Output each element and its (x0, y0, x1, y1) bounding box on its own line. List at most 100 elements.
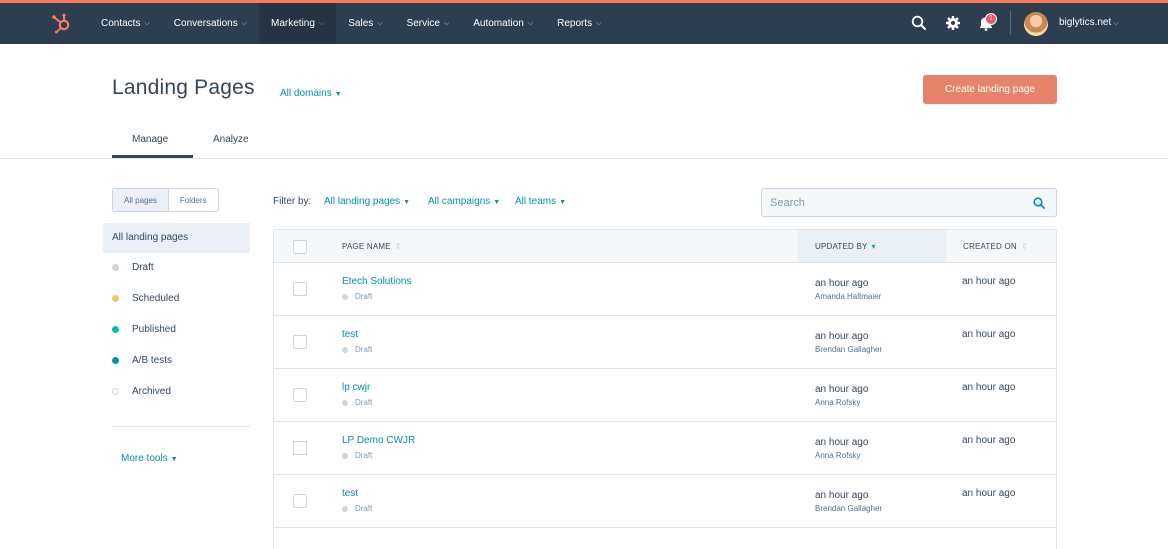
created-time: an hour ago (962, 276, 1016, 287)
column-page-name[interactable]: PAGE NAME ⇕ (342, 242, 402, 251)
nav-marketing-label: Marketing (271, 18, 315, 29)
sidebar-item-draft[interactable]: Draft (112, 262, 154, 273)
status-dot-icon (112, 264, 119, 271)
domains-dropdown[interactable]: All domains ▼ (280, 88, 342, 99)
nav-service[interactable]: Service ⌵ (395, 3, 462, 44)
filter-campaigns-label: All campaigns (428, 196, 491, 207)
updated-by-user: Anna Rofsky (815, 451, 861, 460)
created-time: an hour ago (962, 329, 1016, 340)
row-checkbox[interactable] (293, 388, 307, 402)
column-label: CREATED ON (963, 242, 1017, 251)
search-icon[interactable] (1032, 196, 1046, 210)
folders-toggle[interactable]: Folders (169, 189, 218, 211)
updated-time: an hour ago (815, 437, 869, 448)
status-dot-icon (112, 388, 119, 395)
page-name-link[interactable]: test (342, 329, 358, 340)
table-row: LP Demo CWJR Draft an hour ago Anna Rofs… (274, 422, 1056, 475)
updated-time: an hour ago (815, 331, 869, 342)
chevron-down-icon: ⌵ (443, 19, 450, 27)
sort-icon: ⇕ (394, 242, 402, 251)
nav-sales[interactable]: Sales ⌵ (336, 3, 394, 44)
row-checkbox[interactable] (293, 282, 307, 296)
all-pages-toggle[interactable]: All pages (113, 189, 169, 211)
page-name-link[interactable]: Etech Solutions (342, 276, 412, 287)
column-updated-by[interactable]: UPDATED BY ▾ (815, 242, 876, 251)
updated-by-user: Amanda Haltmaier (815, 292, 882, 301)
search-icon[interactable] (910, 14, 928, 32)
nav-service-label: Service (406, 18, 440, 29)
updated-time: an hour ago (815, 278, 869, 289)
chevron-down-icon: ⌵ (596, 19, 602, 27)
column-label: PAGE NAME (342, 242, 391, 251)
sidebar-item-all-landing-pages[interactable]: All landing pages (103, 223, 250, 253)
chevron-down-icon: ⌵ (1113, 20, 1119, 27)
more-tools-dropdown[interactable]: More tools ▼ (121, 453, 178, 464)
nav-contacts[interactable]: Contacts ⌵ (89, 3, 162, 44)
table-row: lp cwjr Draft an hour ago Anna Rofsky an… (274, 369, 1056, 422)
page-title: Landing Pages (112, 76, 255, 99)
row-checkbox[interactable] (293, 494, 307, 508)
view-toggle: All pages Folders (112, 188, 219, 212)
status-dot-icon (342, 399, 348, 406)
nav-marketing[interactable]: Marketing ⌵ (259, 3, 337, 44)
page-name-link[interactable]: LP Demo CWJR (342, 435, 415, 446)
nav-conversations-label: Conversations (173, 18, 238, 29)
chevron-down-icon: ⌵ (241, 19, 248, 27)
page-status: Draft (342, 292, 372, 301)
chevron-down-icon: ⌵ (527, 19, 534, 27)
nav-sales-label: Sales (348, 18, 374, 29)
select-all-checkbox[interactable] (293, 240, 307, 254)
gear-icon[interactable] (944, 14, 962, 32)
sidebar-item-label: All landing pages (112, 232, 189, 243)
tab-analyze[interactable]: Analyze (213, 134, 249, 145)
page-status: Draft (342, 398, 372, 407)
page-status: Draft (342, 345, 372, 354)
filter-landing-pages[interactable]: All landing pages ▼ (324, 196, 410, 207)
sidebar-item-scheduled[interactable]: Scheduled (112, 293, 179, 304)
updated-by-user: Brendan Gallagher (815, 345, 883, 354)
tab-bar: Manage Analyze (0, 128, 1168, 159)
page-name-link[interactable]: lp cwjr (342, 382, 370, 393)
hubspot-logo-icon[interactable] (50, 12, 72, 34)
page-name-link[interactable]: test (342, 488, 358, 499)
nav-contacts-label: Contacts (101, 18, 141, 29)
caret-down-icon: ▼ (170, 456, 178, 463)
chevron-down-icon: ⌵ (377, 19, 383, 27)
avatar[interactable] (1024, 12, 1048, 36)
created-time: an hour ago (962, 382, 1016, 393)
column-created-on[interactable]: CREATED ON ⇕ (963, 242, 1028, 251)
status-label: Draft (355, 345, 373, 354)
row-checkbox[interactable] (293, 335, 307, 349)
sidebar-item-label: A/B tests (132, 355, 173, 366)
more-tools-label: More tools (121, 453, 168, 464)
page-status: Draft (342, 451, 372, 460)
page-status: Draft (342, 504, 372, 513)
sidebar-item-archived[interactable]: Archived (112, 386, 171, 397)
sidebar-item-label: Draft (132, 262, 154, 273)
nav-conversations[interactable]: Conversations ⌵ (162, 3, 259, 44)
sidebar-item-label: Published (132, 324, 176, 335)
nav-automation[interactable]: Automation ⌵ (461, 3, 545, 44)
filter-landing-pages-label: All landing pages (324, 196, 401, 207)
create-landing-page-button[interactable]: Create landing page (923, 75, 1057, 104)
updated-by-user: Brendan Gallagher (815, 504, 883, 513)
search-box (761, 188, 1057, 217)
status-dot-icon (342, 505, 348, 512)
tab-manage[interactable]: Manage (132, 134, 168, 145)
account-menu[interactable]: biglytics.net ⌵ (1059, 17, 1119, 28)
sidebar-item-ab-tests[interactable]: A/B tests (112, 355, 172, 366)
nav-reports-label: Reports (557, 18, 593, 29)
updated-time: an hour ago (815, 490, 869, 501)
sort-descending-icon: ▾ (871, 242, 876, 251)
sidebar-item-published[interactable]: Published (112, 324, 176, 335)
filter-campaigns[interactable]: All campaigns ▼ (428, 196, 500, 207)
caret-down-icon: ▼ (403, 199, 411, 206)
filter-teams[interactable]: All teams ▼ (515, 196, 566, 207)
status-label: Draft (355, 451, 373, 460)
nav-reports[interactable]: Reports ⌵ (545, 3, 613, 44)
row-checkbox[interactable] (293, 441, 307, 455)
search-input[interactable] (762, 189, 1022, 216)
table-row: test Draft an hour ago Brendan Gallagher… (274, 475, 1056, 528)
table-header: PAGE NAME ⇕ UPDATED BY ▾ CREATED ON ⇕ (274, 230, 1056, 263)
column-label: UPDATED BY (815, 242, 868, 251)
